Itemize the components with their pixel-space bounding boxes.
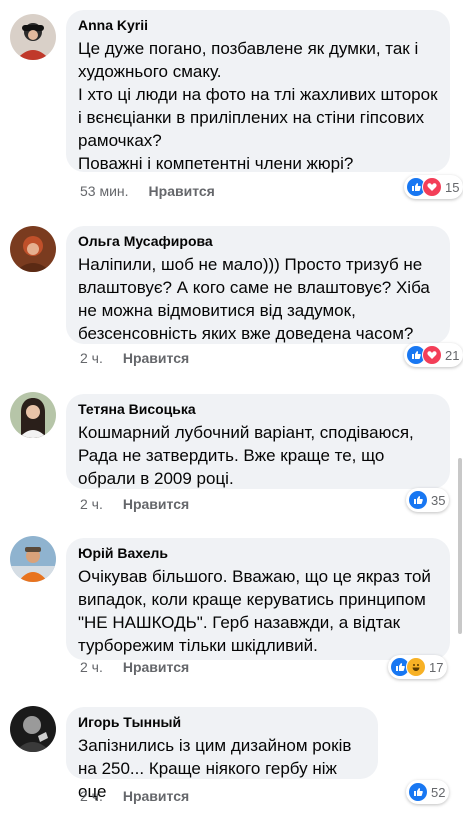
comment-bubble: Юрій Вахель Очікував більшого. Вважаю, щ…	[66, 538, 450, 660]
reaction-count: 15	[445, 179, 460, 195]
comment-actions: 53 мин. Нравится	[80, 183, 215, 199]
comment-time[interactable]: 2 ч.	[80, 659, 103, 675]
avatar[interactable]	[10, 14, 56, 60]
comment-bubble: Тетяна Висоцька Кошмарний лубочний варіа…	[66, 394, 450, 489]
avatar[interactable]	[10, 706, 56, 752]
comment-author[interactable]: Anna Kyrii	[78, 17, 438, 34]
avatar[interactable]	[10, 536, 56, 582]
comment-author[interactable]: Игорь Тынный	[78, 714, 366, 731]
reaction-summary[interactable]: 17	[388, 655, 448, 679]
reaction-count: 35	[431, 492, 446, 508]
comment-text: Кошмарний лубочний варіант, сподіваюся, …	[78, 423, 414, 488]
like-button[interactable]: Нравится	[149, 183, 215, 199]
reaction-count: 17	[429, 659, 444, 675]
comment-actions: 2 ч. Нравится	[80, 788, 189, 804]
reaction-summary[interactable]: 21	[404, 343, 463, 367]
love-icon	[422, 177, 442, 197]
comment-bubble: Anna Kyrii Це дуже погано, позбавлене як…	[66, 10, 450, 173]
comment-actions: 2 ч. Нравится	[80, 350, 189, 366]
comment-bubble: Ольга Мусафирова Наліпили, шоб не мало))…	[66, 226, 450, 344]
comment-text: Це дуже погано, позбавлене як думки, так…	[78, 39, 438, 173]
comment-actions: 2 ч. Нравится	[80, 496, 189, 512]
like-icon	[408, 490, 428, 510]
like-button[interactable]: Нравится	[123, 788, 189, 804]
comment-author[interactable]: Ольга Мусафирова	[78, 233, 438, 250]
scrollbar[interactable]	[458, 458, 462, 634]
comment-time[interactable]: 2 ч.	[80, 496, 103, 512]
comment-text: Наліпили, шоб не мало))) Просто тризуб н…	[78, 255, 430, 343]
reaction-count: 52	[431, 784, 446, 800]
comment-actions: 2 ч. Нравится	[80, 659, 189, 675]
haha-icon	[406, 657, 426, 677]
avatar[interactable]	[10, 392, 56, 438]
avatar[interactable]	[10, 226, 56, 272]
comment-author[interactable]: Тетяна Висоцька	[78, 401, 438, 418]
comment-author[interactable]: Юрій Вахель	[78, 545, 438, 562]
comment-time[interactable]: 2 ч.	[80, 788, 103, 804]
like-button[interactable]: Нравится	[123, 659, 189, 675]
reaction-summary[interactable]: 52	[406, 780, 450, 804]
reaction-summary[interactable]: 15	[404, 175, 463, 199]
comment-time[interactable]: 2 ч.	[80, 350, 103, 366]
like-button[interactable]: Нравится	[123, 350, 189, 366]
like-button[interactable]: Нравится	[123, 496, 189, 512]
comment-bubble: Игорь Тынный Запізнились із цим дизайном…	[66, 707, 378, 801]
like-icon	[408, 782, 428, 802]
reaction-summary[interactable]: 35	[406, 488, 450, 512]
love-icon	[422, 345, 442, 365]
comment-time[interactable]: 53 мин.	[80, 183, 129, 199]
reaction-count: 21	[445, 347, 460, 363]
comment-text: Очікував більшого. Вважаю, що це якраз т…	[78, 567, 431, 655]
